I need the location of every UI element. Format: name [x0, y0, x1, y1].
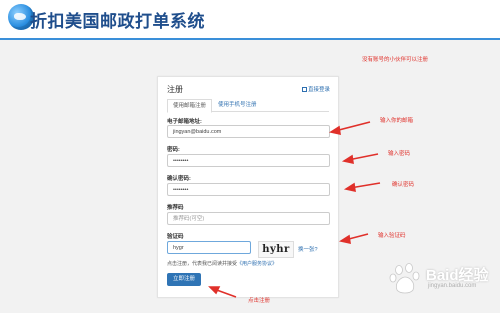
arrow-password-head [341, 154, 354, 165]
arrow-submit-head [208, 286, 221, 295]
annotation-submit: 点击注册 [248, 298, 271, 304]
annotation-captcha: 输入验证码 [378, 233, 406, 239]
annotation-arrows [208, 121, 381, 298]
annotation-email: 输入你的邮箱 [380, 118, 414, 124]
arrow-captcha-head [338, 234, 351, 245]
arrow-email [334, 121, 371, 132]
arrow-confirm-head [343, 182, 356, 193]
annotation-password: 输入密码 [388, 151, 411, 157]
watermark-sub: jingyan.baidu.com [428, 283, 477, 289]
baidu-paw-watermark-icon [389, 263, 420, 294]
annotation-confirm: 确认密码 [392, 182, 415, 188]
watermark-text: Baid经验 [426, 267, 489, 284]
arrow-email-head [328, 125, 341, 136]
